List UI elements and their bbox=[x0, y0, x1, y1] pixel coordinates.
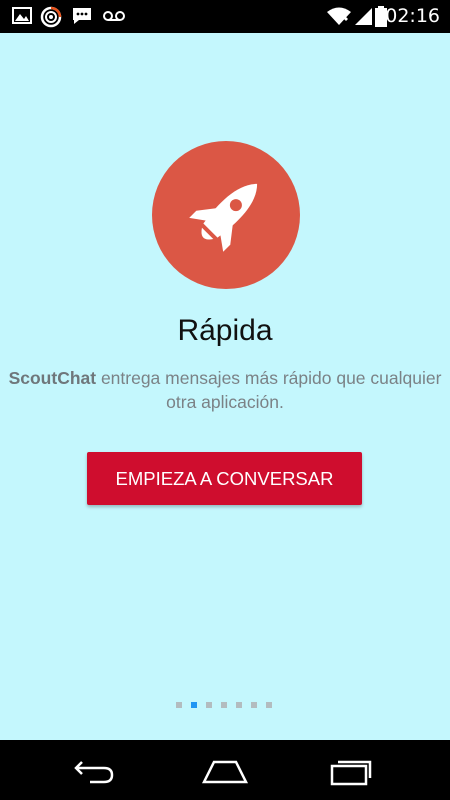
home-button[interactable] bbox=[190, 748, 260, 792]
status-bar: 02:16 bbox=[0, 0, 450, 33]
back-icon bbox=[74, 761, 114, 784]
image-icon bbox=[12, 6, 34, 26]
hero-badge bbox=[152, 141, 300, 289]
page-dot-active[interactable] bbox=[191, 702, 197, 708]
screen: 02:16 Rápida ScoutChat entrega mensajes … bbox=[0, 0, 450, 800]
page-dot[interactable] bbox=[236, 702, 242, 708]
page-dot[interactable] bbox=[266, 702, 272, 708]
onboarding-page[interactable]: Rápida ScoutChat entrega mensajes más rá… bbox=[0, 33, 450, 740]
navigation-bar bbox=[0, 740, 450, 800]
page-dot[interactable] bbox=[206, 702, 212, 708]
back-button[interactable] bbox=[52, 748, 122, 792]
voicemail-icon bbox=[102, 6, 126, 26]
recents-icon bbox=[330, 760, 372, 786]
description-text: entrega mensajes más rápido que cualquie… bbox=[96, 368, 442, 412]
chat-icon bbox=[71, 6, 93, 26]
recents-button[interactable] bbox=[318, 748, 388, 792]
start-chatting-button[interactable]: EMPIEZA A CONVERSAR bbox=[87, 452, 362, 505]
page-dot[interactable] bbox=[176, 702, 182, 708]
home-icon bbox=[201, 760, 249, 784]
page-description: ScoutChat entrega mensajes más rápido qu… bbox=[0, 366, 450, 414]
page-title: Rápida bbox=[177, 314, 273, 347]
page-dot[interactable] bbox=[221, 702, 227, 708]
status-time: 02:16 bbox=[385, 5, 440, 27]
brand-name: ScoutChat bbox=[8, 368, 97, 388]
page-dot[interactable] bbox=[251, 702, 257, 708]
wifi-icon bbox=[326, 6, 352, 26]
rocket-icon bbox=[189, 183, 258, 252]
page-indicator bbox=[176, 702, 272, 708]
signal-icon bbox=[353, 6, 375, 26]
target-icon bbox=[40, 6, 62, 28]
